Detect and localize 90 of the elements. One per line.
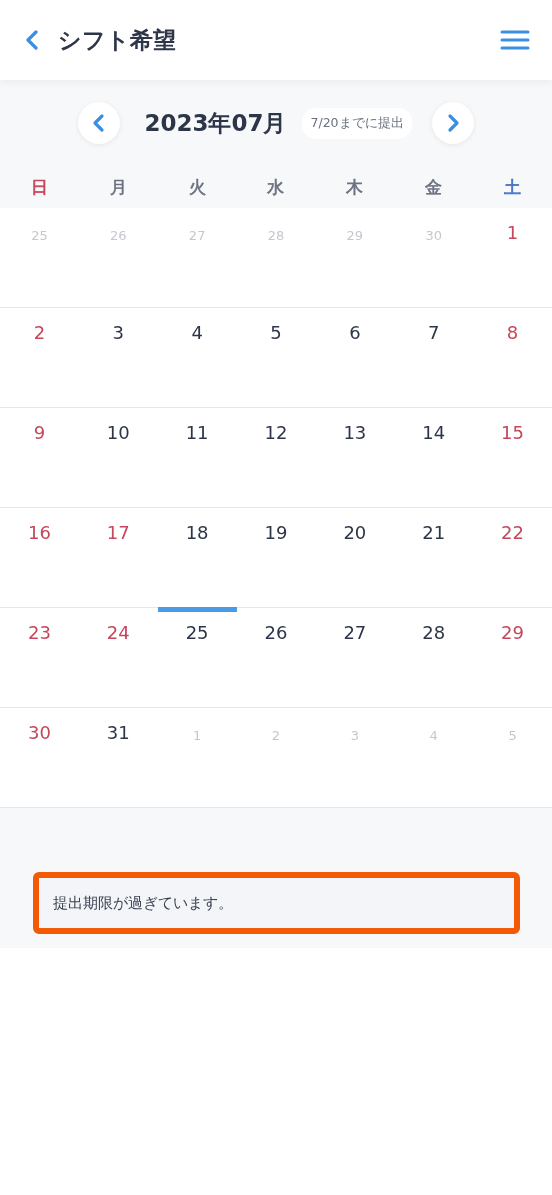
day-cell[interactable]: 15 (473, 408, 552, 507)
notice-box: 提出期限が過ぎています。 (33, 872, 520, 934)
month-title: 2023年07月 (144, 108, 287, 138)
day-number: 20 (343, 522, 367, 543)
day-number: 15 (501, 422, 524, 443)
day-cell[interactable]: 4 (157, 308, 237, 407)
day-cell[interactable]: 31 (78, 708, 158, 807)
day-number: 24 (106, 622, 130, 643)
day-cell[interactable]: 16 (0, 508, 79, 607)
day-number: 22 (501, 522, 524, 543)
day-cell[interactable]: 3 (78, 308, 158, 407)
day-number: 25 (185, 622, 209, 643)
day-number: 29 (346, 228, 364, 243)
back-button[interactable] (24, 28, 40, 52)
day-cell[interactable]: 22 (473, 508, 552, 607)
day-cell[interactable]: 14 (394, 408, 474, 507)
day-number: 14 (422, 422, 446, 443)
day-cell[interactable]: 6 (315, 308, 395, 407)
next-month-button[interactable] (431, 102, 474, 144)
day-number: 6 (349, 322, 361, 343)
day-cell[interactable]: 13 (315, 408, 395, 507)
day-number: 12 (264, 422, 288, 443)
day-cell[interactable]: 10 (78, 408, 158, 507)
day-number: 4 (429, 728, 438, 743)
day-number: 26 (110, 228, 127, 243)
weekday-label: 日 (30, 175, 48, 199)
previous-month-button[interactable] (78, 102, 121, 144)
menu-icon (500, 29, 530, 51)
day-cell[interactable]: 30 (0, 708, 79, 807)
day-cell[interactable]: 28 (394, 608, 474, 707)
day-number: 1 (193, 728, 202, 743)
day-cell[interactable]: 23 (0, 608, 79, 707)
day-cell[interactable]: 26 (236, 608, 316, 707)
weekday-label: 火 (188, 175, 206, 199)
day-number: 29 (501, 622, 524, 643)
menu-button[interactable] (500, 28, 530, 52)
day-cell[interactable]: 8 (473, 308, 552, 407)
day-number: 21 (422, 522, 446, 543)
day-number: 4 (191, 322, 203, 343)
weekday-label: 水 (267, 175, 285, 199)
day-number: 27 (343, 622, 367, 643)
day-number: 5 (508, 728, 517, 743)
day-number: 1 (506, 222, 519, 243)
day-cell[interactable]: 20 (315, 508, 395, 607)
day-cell[interactable]: 1 (473, 208, 552, 307)
day-number: 18 (185, 522, 209, 543)
page-title: シフト希望 (58, 25, 177, 55)
day-number: 2 (33, 322, 46, 343)
day-number: 23 (27, 622, 51, 643)
day-cell[interactable]: 24 (78, 608, 158, 707)
deadline-badge: 7/20までに提出 (302, 107, 412, 139)
day-cell[interactable]: 5 (236, 308, 316, 407)
day-number: 27 (188, 228, 206, 243)
day-number: 28 (267, 228, 285, 243)
day-number: 9 (33, 422, 46, 443)
day-number: 3 (112, 322, 124, 343)
day-number: 30 (425, 228, 442, 243)
day-number: 19 (264, 522, 288, 543)
day-number: 31 (106, 722, 130, 743)
day-number: 8 (506, 322, 519, 343)
day-number: 26 (264, 622, 288, 643)
weekday-label: 月 (109, 175, 127, 199)
day-number: 10 (106, 422, 130, 443)
day-cell[interactable]: 18 (157, 508, 237, 607)
day-cell[interactable]: 9 (0, 408, 79, 507)
day-cell[interactable]: 27 (315, 608, 395, 707)
back-chevron-icon (25, 30, 39, 50)
day-number: 17 (106, 522, 130, 543)
day-cell[interactable]: 21 (394, 508, 474, 607)
weekday-label: 木 (346, 175, 364, 199)
day-number: 3 (350, 728, 359, 743)
day-number: 7 (428, 322, 440, 343)
day-number: 11 (185, 422, 209, 443)
day-cell[interactable]: 2 (0, 308, 79, 407)
day-cell[interactable]: 25 (157, 608, 237, 707)
day-cell[interactable]: 7 (394, 308, 474, 407)
weekday-label: 金 (425, 175, 443, 199)
day-cell[interactable]: 19 (236, 508, 316, 607)
weekday-label: 土 (504, 175, 522, 199)
day-number: 30 (27, 722, 51, 743)
day-number: 25 (31, 228, 48, 243)
day-cell[interactable]: 11 (157, 408, 237, 507)
day-number: 2 (271, 728, 281, 743)
day-cell[interactable]: 17 (78, 508, 158, 607)
day-number: 5 (270, 322, 282, 343)
day-number: 28 (422, 622, 446, 643)
day-number: 13 (343, 422, 367, 443)
day-cell[interactable]: 29 (473, 608, 552, 707)
day-number: 16 (27, 522, 51, 543)
day-cell[interactable]: 12 (236, 408, 316, 507)
